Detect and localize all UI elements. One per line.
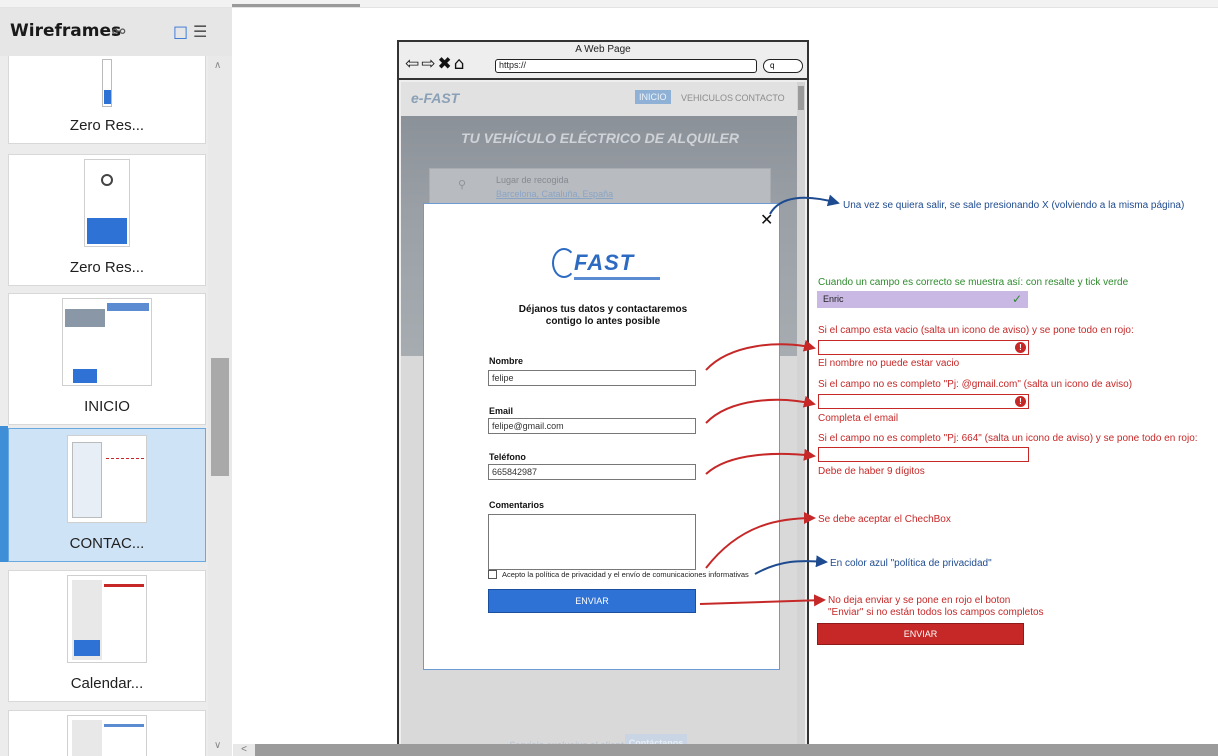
- pickup-search[interactable]: ⚲ Lugar de recogida Barcelona, Cataluña,…: [429, 168, 771, 206]
- send-note-line2: "Enviar" si no están todos los campos co…: [828, 607, 1044, 618]
- app-window: Wireframes ⚯ □ ☰ Zero Res... Zero Res...: [0, 0, 1218, 756]
- ok-note: Cuando un campo es correcto se muestra a…: [818, 277, 1129, 288]
- email-error: Completa el email: [818, 413, 899, 424]
- close-note: Una vez se quiera salir, se sale presion…: [843, 200, 1185, 211]
- wireframe-thumbnail: [102, 59, 112, 107]
- link-icon[interactable]: ⚯: [112, 22, 125, 41]
- efast-logo: FAST: [552, 248, 662, 290]
- search-icon: ⚲: [458, 178, 467, 191]
- phone-field[interactable]: 665842987: [488, 464, 696, 480]
- phone-error: Debe de haber 9 dígitos: [818, 466, 925, 477]
- wireframe-thumbnail: [67, 435, 147, 523]
- wireframe-item[interactable]: Zero Res...: [8, 154, 206, 286]
- empty-field-example: !: [818, 340, 1029, 355]
- phone-label: Teléfono: [489, 452, 526, 462]
- panel-title: Wireframes: [10, 21, 122, 41]
- scroll-up-icon[interactable]: ∧: [214, 60, 221, 71]
- wireframe-label: CONTAC...: [69, 535, 145, 552]
- wireframe-item[interactable]: Zero Res...: [8, 56, 206, 144]
- wireframe-label: INICIO: [84, 398, 130, 415]
- scroll-down-icon[interactable]: ∨: [214, 740, 221, 751]
- blue-link-note: En color azul "política de privacidad": [830, 558, 992, 569]
- wireframe-item[interactable]: [8, 710, 206, 756]
- active-tab-indicator: [232, 4, 360, 7]
- wireframe-thumbnail: [67, 715, 147, 756]
- wireframe-thumbnail: [62, 298, 152, 386]
- nav-vehiculos[interactable]: VEHICULOS: [681, 93, 733, 103]
- browser-divider: [399, 78, 807, 80]
- site-scrollbar[interactable]: [797, 82, 805, 748]
- wireframes-panel: Wireframes ⚯ □ ☰ Zero Res... Zero Res...: [0, 8, 232, 756]
- wireframe-label: Zero Res...: [69, 259, 145, 276]
- check-icon: ✓: [1011, 292, 1022, 306]
- contact-modal: ✕ FAST Déjanos tus datos y contactaremos…: [423, 203, 780, 670]
- top-tab-strip: [0, 0, 1218, 8]
- warning-icon: !: [1015, 396, 1026, 407]
- comments-field[interactable]: [488, 514, 696, 570]
- logo-text: FAST: [574, 250, 635, 275]
- empty-error: El nombre no puede estar vacio: [818, 358, 960, 369]
- checkbox-note: Se debe aceptar el ChechBox: [818, 514, 951, 525]
- pickup-label: Lugar de recogida: [496, 175, 569, 185]
- scroll-left-icon[interactable]: <: [233, 744, 255, 756]
- grid-view-icon[interactable]: □: [173, 22, 188, 41]
- wireframe-label: Calendar...: [70, 675, 144, 692]
- form-intro: Déjanos tus datos y contactaremos contig…: [518, 304, 688, 327]
- warning-icon: !: [1015, 342, 1026, 353]
- close-icon[interactable]: ✕: [760, 210, 773, 229]
- comments-label: Comentarios: [489, 500, 545, 510]
- consent-checkbox[interactable]: [488, 570, 497, 579]
- phone-note: Si el campo no es completo "Pj: 664" (sa…: [818, 433, 1198, 444]
- wireframe-thumbnail: [67, 575, 147, 663]
- wireframe-item[interactable]: INICIO: [8, 293, 206, 425]
- browser-nav-icons: ⇦⇨✖⌂: [405, 54, 467, 74]
- email-field-example: !: [818, 394, 1029, 409]
- send-button[interactable]: ENVIAR: [488, 589, 696, 613]
- name-field[interactable]: felipe: [488, 370, 696, 386]
- canvas-horizontal-scrollbar[interactable]: <: [233, 744, 1218, 756]
- email-field[interactable]: felipe@gmail.com: [488, 418, 696, 434]
- browser-search-field[interactable]: q: [763, 59, 803, 73]
- hero-headline: TU VEHÍCULO ELÉCTRICO DE ALQUILER: [461, 130, 739, 146]
- pickup-value: Barcelona, Cataluña, España: [496, 189, 614, 199]
- scrollbar-thumb[interactable]: [211, 358, 229, 476]
- browser-url-field[interactable]: https://: [495, 59, 757, 73]
- ok-field-value: Enric: [823, 294, 844, 304]
- wireframe-label: Zero Res...: [69, 117, 145, 134]
- wireframe-item-selected[interactable]: CONTAC...: [8, 428, 206, 562]
- email-label: Email: [489, 406, 514, 416]
- nav-contacto[interactable]: CONTACTO: [735, 93, 785, 103]
- site-logo: e-FAST: [411, 90, 460, 106]
- name-label: Nombre: [489, 356, 524, 366]
- consent-label: Acepto la política de privacidad y el en…: [502, 570, 749, 579]
- send-note-line1: No deja enviar y se pone en rojo el boto…: [828, 595, 1011, 606]
- list-view-icon[interactable]: ☰: [193, 22, 207, 41]
- send-button-error-example: ENVIAR: [817, 623, 1024, 645]
- selection-bar: [0, 426, 8, 562]
- wireframe-item[interactable]: Calendar...: [8, 570, 206, 702]
- phone-field-example: [818, 447, 1029, 462]
- wireframe-thumbnail: [84, 159, 130, 247]
- site-header: e-FAST INICIO VEHICULOS CONTACTO: [401, 82, 799, 116]
- empty-note: Si el campo esta vacio (salta un icono d…: [818, 325, 1134, 336]
- ok-field-example: Enric ✓: [817, 291, 1028, 308]
- email-note: Si el campo no es completo "Pj: @gmail.c…: [818, 379, 1133, 390]
- panel-scrollbar[interactable]: ∧ ∨: [208, 56, 232, 756]
- nav-inicio[interactable]: INICIO: [635, 90, 671, 104]
- panel-header: Wireframes ⚯ □ ☰: [0, 8, 232, 56]
